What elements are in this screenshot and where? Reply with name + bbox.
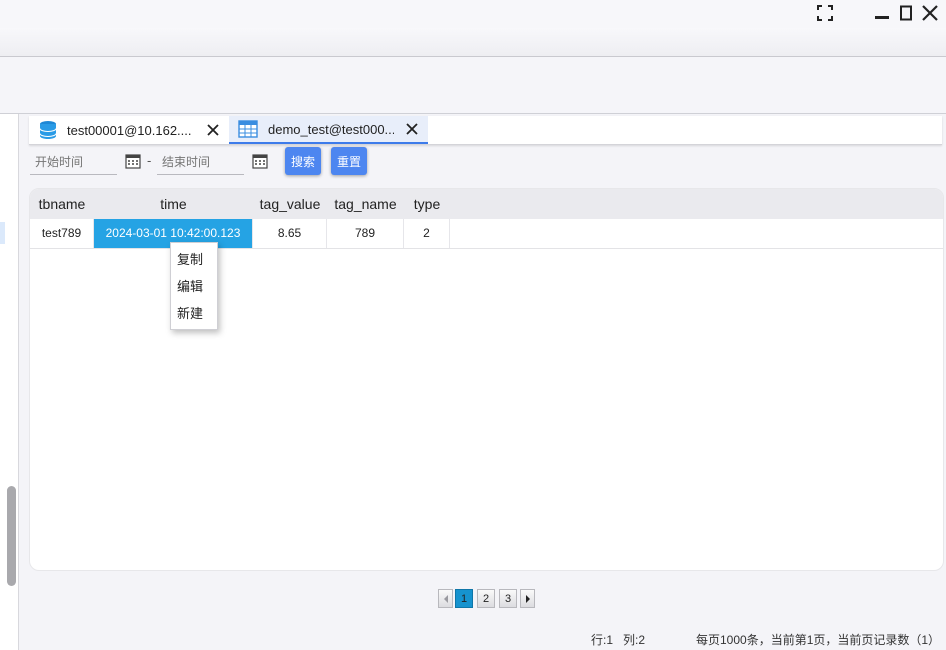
prev-page-icon[interactable] bbox=[438, 589, 453, 608]
menu-item-new[interactable]: 新建 bbox=[171, 300, 217, 327]
end-time-input[interactable] bbox=[157, 150, 244, 175]
table-header: tbname time tag_value tag_name type bbox=[30, 189, 943, 219]
reset-button[interactable]: 重置 bbox=[331, 147, 367, 175]
close-tab-icon[interactable] bbox=[404, 121, 420, 137]
menu-item-copy[interactable]: 复制 bbox=[171, 246, 217, 273]
tab-label: demo_test@test000... bbox=[268, 121, 394, 137]
calendar-icon[interactable] bbox=[125, 153, 141, 169]
fullscreen-icon[interactable] bbox=[815, 3, 835, 23]
start-time-input[interactable] bbox=[30, 150, 117, 175]
tab-connection[interactable]: test00001@10.162.... bbox=[29, 116, 228, 144]
page-button-2[interactable]: 2 bbox=[477, 589, 495, 608]
date-separator: - bbox=[147, 153, 152, 168]
sidebar-selected-item[interactable] bbox=[0, 222, 5, 244]
menu-item-edit[interactable]: 编辑 bbox=[171, 273, 217, 300]
maximize-icon[interactable] bbox=[896, 3, 916, 23]
calendar-icon[interactable] bbox=[252, 153, 268, 169]
table-cell[interactable]: test789 bbox=[30, 219, 94, 248]
title-bar bbox=[0, 0, 946, 28]
next-page-icon[interactable] bbox=[520, 589, 535, 608]
cursor-position: 行:1 列:2 bbox=[591, 633, 646, 647]
search-button[interactable]: 搜索 bbox=[285, 147, 321, 175]
column-header-tag-value[interactable]: tag_value bbox=[253, 189, 327, 219]
table-row[interactable]: test789 2024-03-01 10:42:00.123 8.65 789… bbox=[30, 219, 943, 249]
context-menu: 复制 编辑 新建 bbox=[170, 242, 218, 330]
toolbar-area bbox=[0, 57, 946, 114]
column-header-tag-name[interactable]: tag_name bbox=[327, 189, 404, 219]
database-icon bbox=[39, 120, 57, 140]
column-header-type[interactable]: type bbox=[404, 189, 450, 219]
column-header-tbname[interactable]: tbname bbox=[30, 189, 94, 219]
tab-table[interactable]: demo_test@test000... bbox=[229, 116, 428, 144]
table-cell[interactable]: 789 bbox=[327, 219, 404, 248]
tab-label: test00001@10.162.... bbox=[67, 122, 192, 138]
close-tab-icon[interactable] bbox=[205, 122, 221, 138]
minimize-icon[interactable] bbox=[872, 3, 892, 23]
table-cell[interactable]: 2 bbox=[404, 219, 450, 248]
page-button-1[interactable]: 1 bbox=[455, 589, 473, 608]
page-summary: 每页1000条，当前第1页，当前页记录数（1） bbox=[696, 633, 941, 647]
data-table: tbname time tag_value tag_name type test… bbox=[29, 188, 944, 571]
sidebar-scrollbar-thumb[interactable] bbox=[7, 486, 16, 586]
table-cell[interactable]: 8.65 bbox=[253, 219, 327, 248]
close-window-icon[interactable] bbox=[920, 3, 940, 23]
column-header-time[interactable]: time bbox=[94, 189, 253, 219]
page-button-3[interactable]: 3 bbox=[499, 589, 517, 608]
menu-strip bbox=[0, 28, 946, 57]
table-icon bbox=[238, 120, 258, 138]
